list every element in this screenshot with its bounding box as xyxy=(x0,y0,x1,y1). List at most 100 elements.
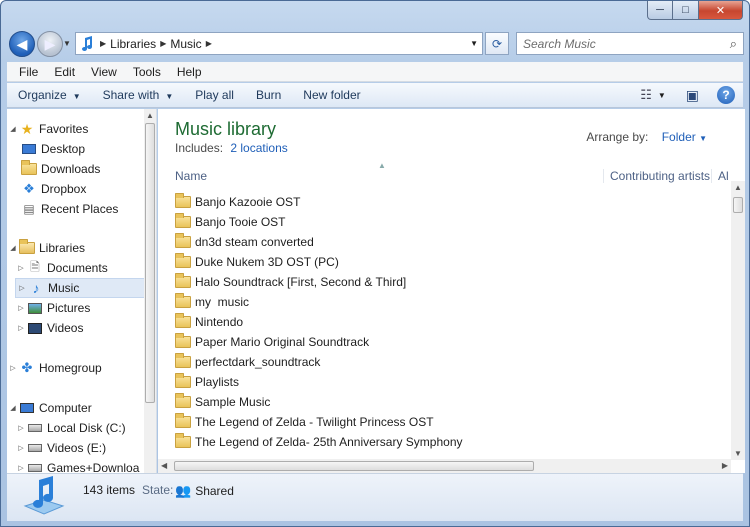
chevron-down-icon: ▼ xyxy=(72,92,81,101)
column-name[interactable]: Name xyxy=(175,169,207,183)
maximize-button[interactable]: □ xyxy=(673,1,699,20)
organize-button[interactable]: Organize ▼ xyxy=(7,88,92,102)
scroll-up-icon[interactable]: ▲ xyxy=(146,111,154,120)
list-item[interactable]: Paper Mario Original Soundtrack xyxy=(175,332,463,352)
breadcrumb-separator[interactable]: ▶ xyxy=(100,39,106,48)
column-album[interactable]: Al xyxy=(711,169,729,183)
scroll-down-icon[interactable]: ▼ xyxy=(734,449,742,458)
list-item[interactable]: Halo Soundtrack [First, Second & Third] xyxy=(175,272,463,292)
folder-name: Halo Soundtrack [First, Second & Third] xyxy=(195,275,407,289)
burn-button[interactable]: Burn xyxy=(245,88,292,102)
list-item[interactable]: Nintendo xyxy=(175,312,463,332)
list-item[interactable]: Banjo Tooie OST xyxy=(175,212,463,232)
caption-buttons: ─ □ ✕ xyxy=(647,1,743,20)
expand-arrow-icon[interactable]: ▷ xyxy=(15,424,27,432)
folder-name: Banjo Tooie OST xyxy=(195,215,286,229)
preview-pane-icon[interactable]: ▣ xyxy=(686,87,699,104)
scroll-up-icon[interactable]: ▲ xyxy=(734,183,742,192)
address-dropdown[interactable]: ▼ xyxy=(470,39,478,48)
nav-pictures[interactable]: ▷ Pictures xyxy=(15,298,90,318)
nav-downloads[interactable]: Downloads xyxy=(21,159,100,179)
minimize-button[interactable]: ─ xyxy=(647,1,673,20)
arrange-by-dropdown[interactable]: Folder ▼ xyxy=(662,130,707,144)
folder-icon xyxy=(175,193,191,208)
breadcrumb-separator[interactable]: ▶ xyxy=(160,39,166,48)
search-box[interactable]: ⌕ xyxy=(516,32,744,55)
scroll-left-icon[interactable]: ◀ xyxy=(161,461,167,470)
expand-arrow-icon[interactable]: ▷ xyxy=(7,364,19,372)
expand-arrow-icon[interactable]: ▷ xyxy=(15,324,27,332)
back-button[interactable]: ◀ xyxy=(9,31,35,57)
vertical-scrollbar[interactable]: ▲ ▼ xyxy=(731,181,745,460)
library-includes: Includes: 2 locations xyxy=(175,141,288,155)
scroll-right-icon[interactable]: ▶ xyxy=(722,461,728,470)
nav-music[interactable]: ▷ ♪ Music xyxy=(15,278,151,298)
nav-videos-e[interactable]: ▷ Videos (E:) xyxy=(15,438,106,458)
list-item[interactable]: my music xyxy=(175,292,463,312)
address-bar[interactable]: ▶ Libraries ▶ Music ▶ ▼ xyxy=(75,32,483,55)
nav-scrollbar[interactable]: ▲ xyxy=(144,109,156,473)
collapse-arrow-icon[interactable]: ◢ xyxy=(7,125,19,133)
expand-arrow-icon[interactable]: ▷ xyxy=(15,464,27,472)
list-item[interactable]: Duke Nukem 3D OST (PC) xyxy=(175,252,463,272)
vertical-scroll-thumb[interactable] xyxy=(733,197,743,213)
horizontal-scroll-thumb[interactable] xyxy=(174,461,534,471)
share-with-button[interactable]: Share with ▼ xyxy=(92,88,185,102)
nav-documents[interactable]: ▷ 🗎 Documents xyxy=(15,258,107,278)
collapse-arrow-icon[interactable]: ◢ xyxy=(7,404,19,412)
forward-button[interactable]: ▶ xyxy=(37,31,63,57)
collapse-arrow-icon[interactable]: ◢ xyxy=(7,244,19,252)
folder-icon xyxy=(175,393,191,408)
nav-scroll-thumb[interactable] xyxy=(145,123,155,403)
folder-name: my music xyxy=(195,295,249,309)
chevron-down-icon[interactable]: ▼ xyxy=(658,91,666,100)
nav-favorites[interactable]: ◢ ★ Favorites xyxy=(7,119,88,139)
view-options-icon[interactable]: ☷ xyxy=(640,87,652,103)
nav-recent-places[interactable]: ▤ Recent Places xyxy=(21,199,118,219)
expand-arrow-icon[interactable]: ▷ xyxy=(15,264,27,272)
breadcrumb-libraries[interactable]: Libraries xyxy=(110,37,156,51)
computer-icon xyxy=(19,400,35,416)
expand-arrow-icon[interactable]: ▷ xyxy=(15,304,27,312)
menu-file[interactable]: File xyxy=(11,65,46,79)
search-input[interactable] xyxy=(523,36,713,51)
locations-link[interactable]: 2 locations xyxy=(230,141,287,155)
forward-arrow-icon: ▶ xyxy=(44,35,56,52)
nav-desktop[interactable]: Desktop xyxy=(21,139,85,159)
column-contributing-artists[interactable]: Contributing artists xyxy=(603,169,710,183)
list-item[interactable]: Playlists xyxy=(175,372,463,392)
list-item[interactable]: The Legend of Zelda- 25th Anniversary Sy… xyxy=(175,432,463,452)
expand-arrow-icon[interactable]: ▷ xyxy=(16,284,28,292)
help-icon[interactable]: ? xyxy=(717,86,735,104)
new-folder-button[interactable]: New folder xyxy=(292,88,371,102)
recent-pages-dropdown[interactable]: ▼ xyxy=(63,39,71,48)
nav-homegroup[interactable]: ▷ ✤ Homegroup xyxy=(7,358,101,378)
nav-videos[interactable]: ▷ Videos xyxy=(15,318,83,338)
nav-local-disk-c[interactable]: ▷ Local Disk (C:) xyxy=(15,418,125,438)
menu-view[interactable]: View xyxy=(83,65,125,79)
homegroup-icon: ✤ xyxy=(21,360,33,375)
menu-edit[interactable]: Edit xyxy=(46,65,83,79)
nav-computer[interactable]: ◢ Computer xyxy=(7,398,91,418)
horizontal-scrollbar[interactable]: ◀ ▶ xyxy=(158,459,731,473)
list-item[interactable]: perfectdark_soundtrack xyxy=(175,352,463,372)
nav-dropbox[interactable]: ❖ Dropbox xyxy=(21,179,86,199)
close-button[interactable]: ✕ xyxy=(699,1,743,20)
arrange-value: Folder xyxy=(661,130,696,144)
refresh-button[interactable]: ⟳ xyxy=(485,32,509,55)
list-item[interactable]: dn3d steam converted xyxy=(175,232,463,252)
nav-libraries[interactable]: ◢ Libraries xyxy=(7,238,85,258)
breadcrumb-music[interactable]: Music xyxy=(170,37,201,51)
list-item[interactable]: The Legend of Zelda - Twilight Princess … xyxy=(175,412,463,432)
menu-help[interactable]: Help xyxy=(169,65,210,79)
nav-label: Libraries xyxy=(39,241,86,255)
breadcrumb-separator[interactable]: ▶ xyxy=(206,39,212,48)
play-all-button[interactable]: Play all xyxy=(184,88,245,102)
search-icon[interactable]: ⌕ xyxy=(730,36,737,52)
nav-games-downloads[interactable]: ▷ Games+Downloa xyxy=(15,458,139,473)
expand-arrow-icon[interactable]: ▷ xyxy=(15,444,27,452)
menu-tools[interactable]: Tools xyxy=(125,65,169,79)
list-item[interactable]: Sample Music xyxy=(175,392,463,412)
list-item[interactable]: Banjo Kazooie OST xyxy=(175,192,463,212)
organize-label: Organize xyxy=(18,88,67,102)
